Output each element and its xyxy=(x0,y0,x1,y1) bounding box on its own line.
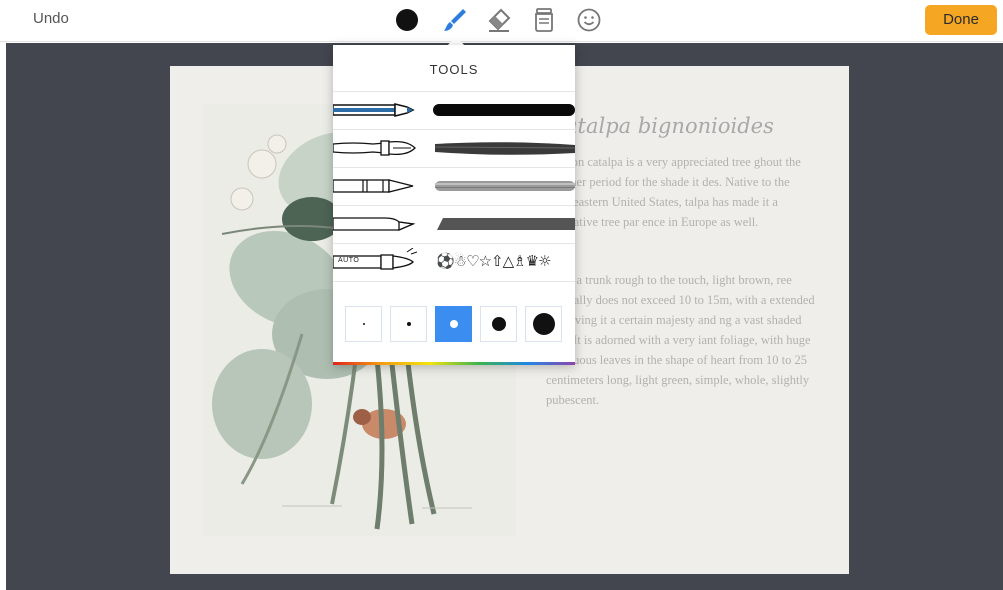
chisel-marker-option[interactable] xyxy=(333,205,575,242)
fill-jar-icon[interactable] xyxy=(530,6,558,34)
size-dot xyxy=(533,313,555,335)
drawing-app: Undo Done atalpa bignonioides ommon cata… xyxy=(0,0,1003,590)
brush-size-selector xyxy=(333,281,575,356)
crayon-option[interactable] xyxy=(333,167,575,204)
crayon-stroke-preview xyxy=(435,181,575,191)
tools-popover: TOOLS AUTO ⚽☃♡☆⇧△♗♛☼ xyxy=(333,45,575,365)
popover-title: TOOLS xyxy=(429,62,479,77)
document-paragraph-1: ommon catalpa is a very appreciated tree… xyxy=(546,155,801,229)
color-picker-icon[interactable] xyxy=(393,6,421,34)
marker-pen-option[interactable] xyxy=(333,91,575,128)
crayon-icon xyxy=(333,179,414,193)
paint-brush-icon xyxy=(333,140,416,156)
top-toolbar: Undo Done xyxy=(0,0,1003,42)
size-m-button[interactable] xyxy=(435,306,472,342)
size-dot xyxy=(363,323,365,325)
done-button[interactable]: Done xyxy=(925,5,997,35)
color-spectrum-bar xyxy=(333,362,575,365)
smiley-icon[interactable] xyxy=(575,6,603,34)
auto-label: AUTO xyxy=(338,257,360,264)
brush-icon[interactable] xyxy=(441,6,469,34)
brush-stroke-preview xyxy=(434,142,575,155)
size-l-button[interactable] xyxy=(480,306,517,342)
size-dot xyxy=(407,322,411,326)
undo-button[interactable]: Undo xyxy=(33,10,69,27)
auto-shapes-preview: ⚽☃♡☆⇧△♗♛☼ xyxy=(436,252,551,270)
paint-brush-option[interactable] xyxy=(333,129,575,166)
chisel-stroke-preview xyxy=(437,218,575,230)
marker-pen-icon xyxy=(333,103,415,117)
size-xs-button[interactable] xyxy=(345,306,382,342)
size-xl-button[interactable] xyxy=(525,306,562,342)
size-s-button[interactable] xyxy=(390,306,427,342)
size-dot xyxy=(492,317,506,331)
eraser-icon[interactable] xyxy=(485,6,513,34)
auto-shape-pen-option[interactable]: AUTO ⚽☃♡☆⇧△♗♛☼ xyxy=(333,243,575,280)
document-paragraph-2: ed by a trunk rough to the touch, light … xyxy=(546,273,815,407)
chisel-marker-icon xyxy=(333,217,416,231)
size-dot xyxy=(450,320,458,328)
marker-stroke-preview xyxy=(433,104,575,116)
document-title: atalpa bignonioides xyxy=(565,114,774,138)
